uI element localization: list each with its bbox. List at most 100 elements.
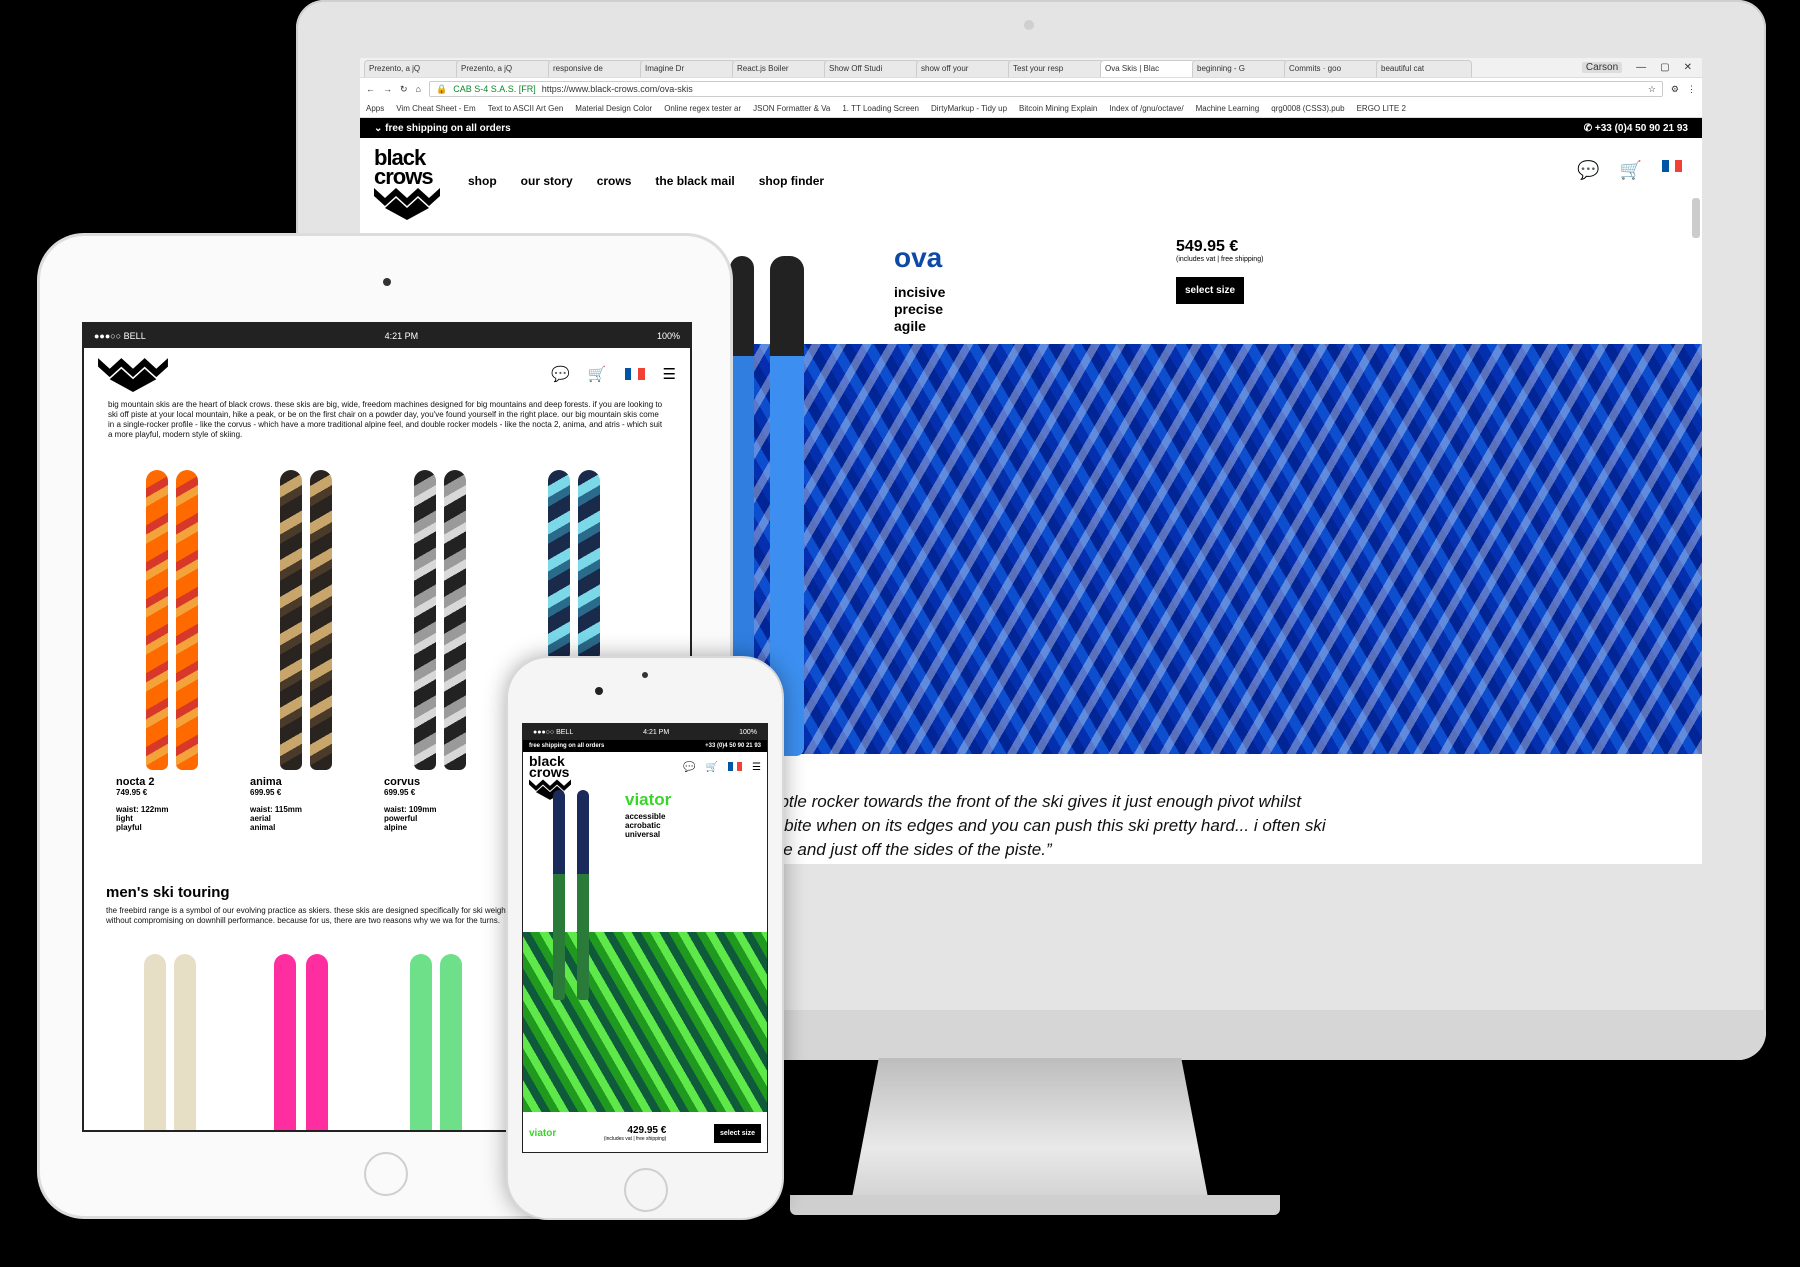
nav-black-mail[interactable]: the black mail bbox=[655, 174, 734, 188]
ski-card-anima[interactable]: anima 699.95 € waist: 115mm aerial anima… bbox=[250, 776, 302, 832]
phone-number[interactable]: +33 (0)4 50 90 21 93 bbox=[1595, 123, 1688, 134]
hamburger-menu-icon[interactable]: ☰ bbox=[663, 365, 676, 383]
hamburger-menu-icon[interactable]: ☰ bbox=[752, 762, 761, 773]
select-size-button[interactable]: select size bbox=[713, 1123, 761, 1143]
cart-icon[interactable]: 🛒 bbox=[706, 762, 718, 773]
bookmark-item[interactable]: Vim Cheat Sheet - Em bbox=[396, 104, 475, 113]
status-time: 4:21 PM bbox=[643, 728, 670, 736]
phone-number[interactable]: +33 (0)4 50 90 21 93 bbox=[705, 743, 761, 749]
back-icon[interactable]: ← bbox=[366, 84, 375, 94]
quote-line: d bite when on its edges and you can pus… bbox=[770, 816, 1326, 835]
ski-name: anima bbox=[250, 776, 282, 788]
menu-kebab-icon[interactable]: ⋮ bbox=[1687, 84, 1696, 95]
bookmarks-bar: Apps Vim Cheat Sheet - Em Text to ASCII … bbox=[360, 100, 1702, 118]
bookmark-item[interactable]: qrg0008 (CSS3).pub bbox=[1271, 104, 1344, 113]
crow-logo-icon bbox=[374, 188, 440, 220]
browser-tab[interactable]: Test your resp bbox=[1008, 60, 1104, 77]
product-tagline: accessible acrobatic universal bbox=[625, 812, 665, 839]
chat-icon[interactable]: 💬 bbox=[1577, 160, 1599, 181]
shipping-banner: ⌄ free shipping on all orders ✆ +33 (0)4… bbox=[360, 118, 1702, 138]
bookmark-item[interactable]: Online regex tester ar bbox=[664, 104, 741, 113]
browser-tab[interactable]: beautiful cat bbox=[1376, 60, 1472, 77]
ski-pink-right bbox=[306, 954, 328, 1130]
profile-label[interactable]: Carson bbox=[1581, 62, 1623, 73]
french-flag-icon[interactable] bbox=[624, 368, 645, 380]
extension-icon[interactable]: ⚙ bbox=[1671, 84, 1679, 95]
phone-buy-bar: viator 429.95 € (includes vat | free shi… bbox=[523, 1112, 767, 1152]
ski-mint-right bbox=[440, 954, 462, 1130]
shipping-text: free shipping on all orders bbox=[529, 743, 605, 749]
browser-tab-active[interactable]: Ova Skis | Blac bbox=[1100, 60, 1196, 77]
ski-waist: waist: 115mm bbox=[250, 805, 303, 814]
cart-icon[interactable]: 🛒 bbox=[1620, 160, 1642, 181]
crow-logo-icon[interactable] bbox=[98, 356, 168, 392]
ski-trait: aerial bbox=[250, 814, 271, 823]
bookmark-item[interactable]: Text to ASCII Art Gen bbox=[488, 104, 564, 113]
secure-site-label: CAB S-4 S.A.S. [FR] bbox=[453, 84, 536, 94]
minimize-icon[interactable]: — bbox=[1636, 62, 1646, 73]
browser-tab[interactable]: Imagine Dr bbox=[640, 60, 736, 77]
bookmark-star-icon[interactable]: ☆ bbox=[1648, 84, 1656, 95]
browser-tab[interactable]: beginning - G bbox=[1192, 60, 1288, 77]
bookmark-item[interactable]: ERGO LITE 2 bbox=[1357, 104, 1406, 113]
chevron-down-icon[interactable]: ⌄ bbox=[374, 123, 385, 134]
ski-card-nocta[interactable]: nocta 2 749.95 € waist: 122mm light play… bbox=[116, 776, 168, 832]
phone-screen: ●●●○○ BELL 4:21 PM 100% free shipping on… bbox=[522, 723, 768, 1153]
ski-atris-right bbox=[578, 470, 600, 660]
nav-our-story[interactable]: our story bbox=[521, 174, 573, 188]
chat-icon[interactable]: 💬 bbox=[551, 365, 570, 383]
tablet-home-button[interactable] bbox=[364, 1152, 408, 1196]
close-icon[interactable]: ✕ bbox=[1684, 62, 1692, 73]
bookmark-item[interactable]: Apps bbox=[366, 104, 384, 113]
bookmark-item[interactable]: Bitcoin Mining Explain bbox=[1019, 104, 1097, 113]
phone-home-button[interactable] bbox=[624, 1168, 668, 1212]
bookmark-item[interactable]: 1. TT Loading Screen bbox=[842, 104, 919, 113]
select-size-button[interactable]: select size bbox=[1176, 277, 1245, 304]
browser-tab[interactable]: React.js Boiler bbox=[732, 60, 828, 77]
battery-label: 100% bbox=[656, 331, 680, 341]
home-icon[interactable]: ⌂ bbox=[416, 84, 421, 94]
nav-shop[interactable]: shop bbox=[468, 174, 497, 188]
ski-trait: powerful bbox=[384, 814, 418, 823]
ski-name: corvus bbox=[384, 776, 421, 788]
ski-anima-right bbox=[310, 470, 332, 770]
chat-icon[interactable]: 💬 bbox=[683, 762, 695, 773]
address-bar[interactable]: 🔒 CAB S-4 S.A.S. [FR] https://www.black-… bbox=[428, 81, 1663, 97]
nav-crows[interactable]: crows bbox=[597, 174, 632, 188]
phone-shipping-banner: free shipping on all orders +33 (0)4 50 … bbox=[523, 740, 767, 752]
logo-text-line2: crows bbox=[529, 764, 570, 780]
nav-shop-finder[interactable]: shop finder bbox=[759, 174, 824, 188]
browser-tab[interactable]: Prezento, a jQ bbox=[364, 60, 460, 77]
reload-icon[interactable]: ↻ bbox=[400, 84, 408, 95]
browser-tab[interactable]: Prezento, a jQ bbox=[456, 60, 552, 77]
ski-price: 699.95 € bbox=[384, 788, 416, 797]
tagline-line: universal bbox=[625, 830, 661, 839]
bookmark-item[interactable]: Machine Learning bbox=[1196, 104, 1260, 113]
page-scrollbar[interactable] bbox=[1692, 198, 1700, 238]
shipping-text: free shipping on all orders bbox=[385, 122, 511, 134]
ski-atris-left bbox=[548, 470, 570, 660]
bookmark-item[interactable]: Material Design Color bbox=[575, 104, 652, 113]
bookmark-item[interactable]: Index of /gnu/octave/ bbox=[1109, 104, 1183, 113]
maximize-icon[interactable]: ▢ bbox=[1660, 62, 1669, 73]
forward-icon[interactable]: → bbox=[383, 84, 392, 94]
browser-tab[interactable]: Show Off Studi bbox=[824, 60, 920, 77]
ski-viator-right bbox=[577, 790, 589, 1000]
ski-price: 699.95 € bbox=[250, 788, 282, 797]
ski-waist: waist: 109mm bbox=[384, 805, 437, 814]
carrier-label: ●●●○○ BELL bbox=[533, 728, 574, 736]
french-flag-icon[interactable] bbox=[728, 762, 743, 771]
french-flag-icon[interactable] bbox=[1662, 160, 1683, 172]
bookmark-item[interactable]: DirtyMarkup - Tidy up bbox=[931, 104, 1007, 113]
ski-card-corvus[interactable]: corvus 699.95 € waist: 109mm powerful al… bbox=[384, 776, 436, 832]
browser-tab[interactable]: Commits · goo bbox=[1284, 60, 1380, 77]
cart-icon[interactable]: 🛒 bbox=[588, 365, 607, 383]
ski-viator-left bbox=[553, 790, 565, 1000]
bookmark-item[interactable]: JSON Formatter & Va bbox=[753, 104, 830, 113]
browser-tab[interactable]: responsive de bbox=[548, 60, 644, 77]
phone-speaker bbox=[642, 672, 648, 678]
site-logo[interactable]: black crows bbox=[374, 147, 440, 225]
tagline-line: acrobatic bbox=[625, 821, 661, 830]
ski-name: nocta 2 bbox=[116, 776, 155, 788]
browser-tab[interactable]: show off your bbox=[916, 60, 1012, 77]
